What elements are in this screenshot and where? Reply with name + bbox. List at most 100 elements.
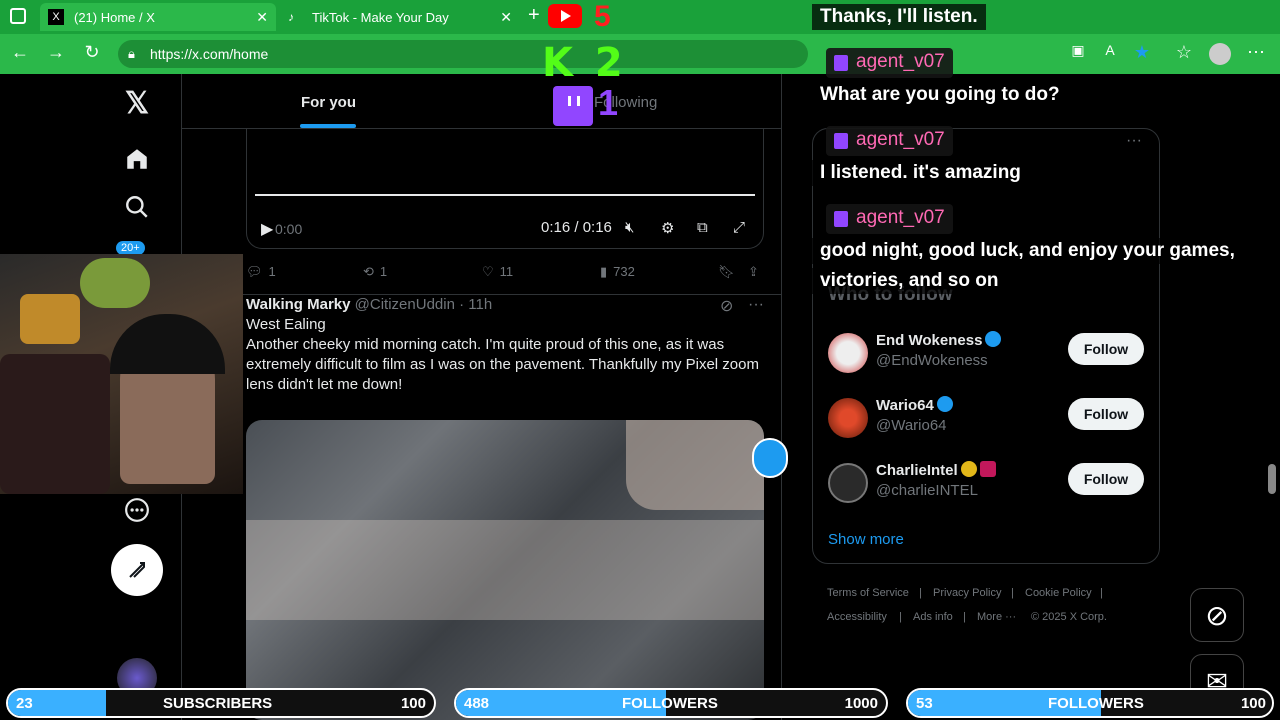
goal-current: 53 xyxy=(916,695,933,712)
footer-link[interactable]: Accessibility xyxy=(827,611,887,623)
account-name: Wario64 xyxy=(876,396,953,414)
twitch-icon xyxy=(834,211,848,227)
lock-icon: 🔒︎ xyxy=(128,46,135,61)
goal-label: FOLLOWERS xyxy=(1048,695,1144,712)
post-button[interactable] xyxy=(111,544,163,596)
share-icon[interactable]: ⇪ xyxy=(748,264,759,280)
goal-target: 100 xyxy=(1240,695,1266,712)
webcam-feed xyxy=(0,254,243,494)
play-icon[interactable]: ▶ xyxy=(261,219,273,239)
close-tab-icon[interactable]: ✕ xyxy=(256,9,268,26)
repost-count: 1 xyxy=(379,264,388,279)
verified-badge-icon xyxy=(985,331,1002,347)
tweet-video-media[interactable] xyxy=(246,420,764,720)
bookmark-icon[interactable]: 🔖︎ xyxy=(718,264,735,280)
show-more-link[interactable]: Show more xyxy=(828,531,904,548)
new-tab-icon[interactable]: + xyxy=(528,4,540,27)
favorites-icon[interactable]: ☆ xyxy=(1172,42,1196,63)
goal-target: 1000 xyxy=(844,695,878,712)
account-name: End Wokeness xyxy=(876,331,1002,349)
grok-icon: ⊘ xyxy=(1205,599,1229,631)
tweet-text: West Ealing Another cheeky mid morning c… xyxy=(246,316,759,393)
favorite-star-icon[interactable]: ★ xyxy=(1130,42,1154,63)
follow-suggestion[interactable]: End Wokeness @EndWokeness Follow xyxy=(828,331,1148,381)
reply-button[interactable]: 💬︎ 1 xyxy=(246,264,306,280)
trend-more-icon[interactable]: ··· xyxy=(1126,132,1142,150)
tab-tiktok[interactable]: ♪ TikTok - Make Your Day ✕ xyxy=(280,3,520,31)
scrollbar-thumb[interactable] xyxy=(1268,464,1276,494)
reload-icon[interactable]: ↻ xyxy=(80,42,104,63)
back-icon[interactable]: ← xyxy=(8,42,32,63)
home-icon[interactable] xyxy=(120,142,154,176)
tab-actions-icon[interactable] xyxy=(10,8,26,24)
follow-suggestion[interactable]: CharlieIntel @charlieINTEL Follow xyxy=(828,461,1148,511)
reply-count: 1 xyxy=(268,264,276,279)
follow-button[interactable]: Follow xyxy=(1068,398,1144,430)
footer-separator: | xyxy=(1011,587,1014,599)
video-time: 0:16 / 0:16 xyxy=(541,219,612,236)
footer-link[interactable]: Terms of Service xyxy=(827,587,909,599)
pip-icon[interactable]: ⧉ xyxy=(697,219,708,236)
search-icon[interactable] xyxy=(120,190,154,224)
youtube-logo-icon xyxy=(548,4,582,28)
footer-link[interactable]: More ··· xyxy=(977,611,1016,623)
follow-button[interactable]: Follow xyxy=(1068,333,1144,365)
alien-plush xyxy=(80,258,150,308)
fullscreen-icon[interactable]: ⤢ xyxy=(733,219,745,236)
grok-button[interactable]: ⊘ xyxy=(1190,588,1244,642)
account-handle: @Wario64 xyxy=(876,417,947,434)
avatar xyxy=(828,463,868,503)
footer-link[interactable]: Cookie Policy xyxy=(1025,587,1092,599)
subscribers-goal-bar: 23 SUBSCRIBERS 100 xyxy=(6,688,436,718)
mute-icon[interactable]: 🔇︎ xyxy=(625,219,634,236)
twitch-icon xyxy=(834,55,848,71)
notification-badge: 20+ xyxy=(116,241,145,255)
author-name[interactable]: Walking Marky xyxy=(246,296,350,313)
footer-link[interactable]: Ads info xyxy=(913,611,953,623)
more-circle-icon[interactable] xyxy=(120,493,154,527)
like-button[interactable]: ♡ 11 xyxy=(482,264,542,280)
tab-label: (21) Home / X xyxy=(74,9,155,25)
author-handle[interactable]: @CitizenUddin xyxy=(355,296,455,313)
grok-icon[interactable]: ⊘ xyxy=(720,296,733,316)
footer-separator: | xyxy=(1100,587,1103,599)
divider xyxy=(182,294,782,295)
read-aloud-icon[interactable]: A xyxy=(1098,42,1122,58)
forward-icon[interactable]: → xyxy=(44,42,68,63)
views-button[interactable]: ▮ 732 xyxy=(600,264,660,280)
settings-gear-icon[interactable]: ⚙ xyxy=(661,219,674,237)
chat-message: good night, good luck, and enjoy your ga… xyxy=(812,238,1243,264)
tweet[interactable]: Walking Marky @CitizenUddin · 11h ⊘ ··· … xyxy=(246,296,766,395)
x-favicon-icon: X xyxy=(48,9,64,25)
follow-suggestion[interactable]: Wario64 @Wario64 Follow xyxy=(828,396,1148,446)
follow-button[interactable]: Follow xyxy=(1068,463,1144,495)
verified-badge-icon xyxy=(936,396,953,412)
verified-badge-icon xyxy=(960,461,977,477)
twitch-count: 1 xyxy=(598,82,619,123)
profile-avatar-icon[interactable] xyxy=(1209,43,1231,65)
footer-separator: | xyxy=(919,587,922,599)
browser-tab-bar: X (21) Home / X ✕ ♪ TikTok - Make Your D… xyxy=(0,0,1280,34)
chat-message: What are you going to do? xyxy=(812,82,1068,108)
x-logo-icon[interactable]: 𝕏 xyxy=(120,86,154,120)
more-options-icon[interactable]: ··· xyxy=(748,296,764,314)
account-handle: @charlieINTEL xyxy=(876,482,978,499)
tab-for-you[interactable]: For you xyxy=(301,94,356,111)
url-field[interactable]: 🔒︎ https://x.com/home xyxy=(118,40,808,68)
tab-x-home[interactable]: X (21) Home / X ✕ xyxy=(40,3,276,31)
video-player[interactable]: ▶ 0:00 0:16 / 0:16 🔇︎ ⚙ ⧉ ⤢ xyxy=(246,129,764,249)
timeline-column: For you Following ▶ 0:00 0:16 / 0:16 🔇︎ … xyxy=(182,74,788,720)
video-start-time: 0:00 xyxy=(275,221,303,237)
reader-mode-icon[interactable]: ▣ xyxy=(1066,42,1090,59)
repost-button[interactable]: ⟲ 1 xyxy=(363,264,423,280)
media-shape xyxy=(626,420,764,510)
footer-link[interactable]: Privacy Policy xyxy=(933,587,1001,599)
chat-message: victories, and so on xyxy=(812,268,1007,294)
close-tab-icon[interactable]: ✕ xyxy=(500,9,512,26)
chat-message: Thanks, I'll listen. xyxy=(812,4,986,30)
chat-username: agent_v07 xyxy=(826,204,953,234)
video-progress-bar[interactable] xyxy=(255,194,755,196)
views-icon: ▮ xyxy=(600,264,608,279)
like-count: 11 xyxy=(499,264,514,279)
more-menu-icon[interactable]: ⋯ xyxy=(1244,42,1268,63)
